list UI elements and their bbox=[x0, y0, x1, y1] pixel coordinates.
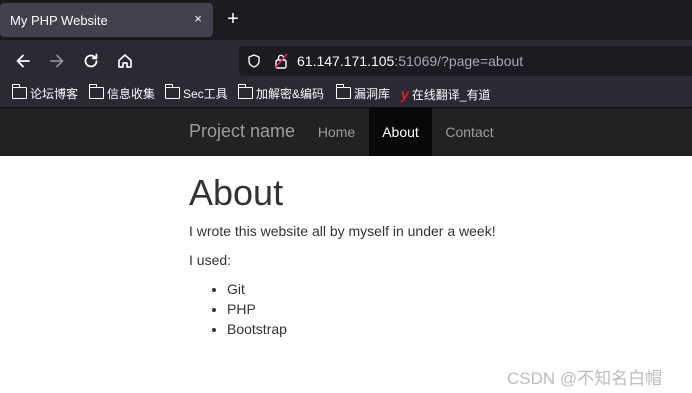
back-arrow-icon[interactable] bbox=[13, 51, 33, 71]
nav-item-contact[interactable]: Contact bbox=[432, 108, 507, 156]
close-tab-icon[interactable]: × bbox=[190, 11, 206, 27]
home-icon[interactable] bbox=[115, 51, 135, 71]
folder-icon bbox=[11, 84, 27, 99]
list-item: Git bbox=[227, 279, 287, 299]
shield-icon[interactable] bbox=[247, 54, 261, 68]
list-item: Bootstrap bbox=[227, 319, 287, 339]
bookmark-folder[interactable]: 加解密&编码 bbox=[237, 84, 325, 103]
bookmark-label: 加解密&编码 bbox=[256, 87, 325, 101]
bookmark-folder[interactable]: 漏洞库 bbox=[335, 84, 391, 103]
intro-text: I wrote this website all by myself in un… bbox=[189, 223, 496, 239]
page-title: About bbox=[189, 172, 284, 213]
folder-icon bbox=[335, 84, 351, 99]
watermark: CSDN @不知名白帽 bbox=[507, 369, 663, 388]
insecure-lock-icon[interactable] bbox=[274, 53, 288, 69]
browser-toolbar: 61.147.171.105:51069/?page=about bbox=[0, 40, 692, 80]
url-bar[interactable]: 61.147.171.105:51069/?page=about bbox=[239, 46, 692, 76]
folder-icon bbox=[88, 84, 104, 99]
bookmark-folder[interactable]: Sec工具 bbox=[164, 84, 228, 103]
folder-icon bbox=[237, 84, 253, 99]
new-tab-icon[interactable]: + bbox=[224, 9, 242, 29]
bookmark-label: 漏洞库 bbox=[354, 87, 391, 101]
tab-title: My PHP Website bbox=[10, 13, 108, 28]
tool-list: Git PHP Bootstrap bbox=[189, 279, 287, 339]
reload-icon[interactable] bbox=[81, 51, 101, 71]
url-text[interactable]: 61.147.171.105:51069/?page=about bbox=[297, 53, 523, 69]
bookmark-label: 论坛博客 bbox=[30, 87, 79, 101]
bookmark-label: 信息收集 bbox=[107, 87, 156, 101]
bookmark-folder[interactable]: 信息收集 bbox=[88, 84, 156, 103]
site-navbar: Project name Home About Contact bbox=[0, 108, 692, 156]
nav-item-home[interactable]: Home bbox=[305, 108, 368, 156]
navbar-brand[interactable]: Project name bbox=[189, 121, 295, 142]
bookmarks-bar: 论坛博客 信息收集 Sec工具 加解密&编码 漏洞库 y 在线翻译_有道 bbox=[0, 80, 692, 108]
nav-item-about[interactable]: About bbox=[369, 108, 432, 156]
bookmark-youdao[interactable]: y 在线翻译_有道 bbox=[401, 85, 490, 103]
youdao-icon: y bbox=[401, 86, 409, 102]
used-label: I used: bbox=[189, 252, 232, 268]
bookmark-folder[interactable]: 论坛博客 bbox=[11, 84, 79, 103]
list-item: PHP bbox=[227, 299, 287, 319]
url-path: :51069/?page=about bbox=[394, 53, 524, 69]
url-host: 61.147.171.105 bbox=[297, 53, 395, 69]
folder-icon bbox=[164, 84, 180, 99]
forward-arrow-icon[interactable] bbox=[47, 51, 67, 71]
bookmark-label: 在线翻译_有道 bbox=[411, 88, 491, 102]
browser-tab[interactable]: My PHP Website × bbox=[0, 3, 213, 37]
bookmark-label: Sec工具 bbox=[183, 87, 228, 101]
browser-tab-strip: My PHP Website × + bbox=[0, 0, 692, 40]
